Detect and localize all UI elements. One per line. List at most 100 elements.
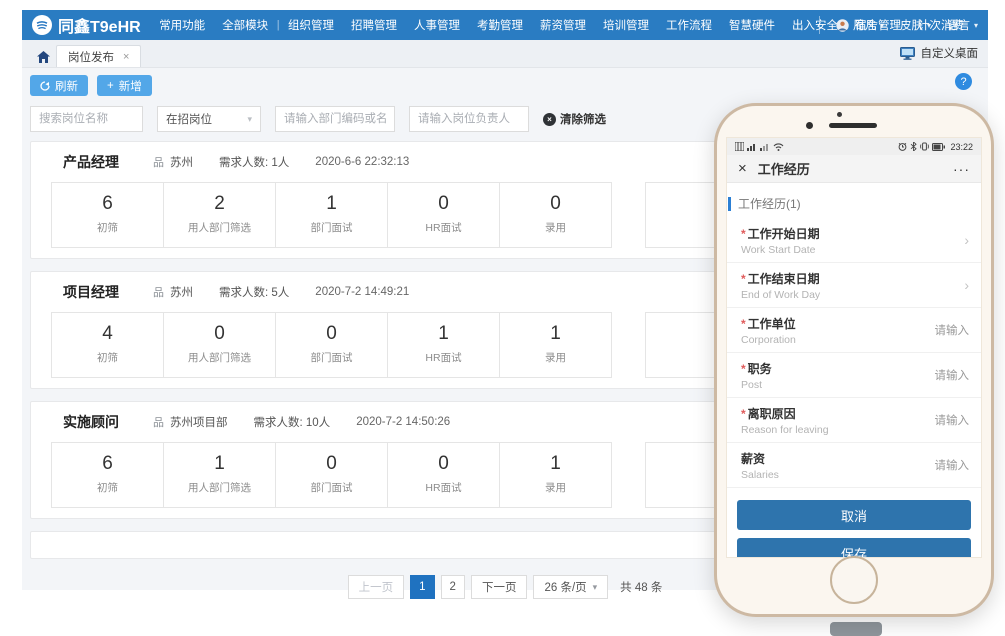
stat-label: 用人部门筛选 [164,480,275,495]
navbar-menu-item[interactable]: 组织管理 [280,17,343,33]
job-owner-input[interactable] [409,106,529,132]
stat-box[interactable]: 1HR面试 [387,312,500,378]
chevron-down-icon: ▾ [247,114,252,125]
phone-nav-bar: × 工作经历 ··· [727,155,981,183]
more-menu-icon[interactable]: ··· [953,161,970,177]
close-icon[interactable]: × [738,161,747,176]
required-star-icon: * [741,227,746,241]
navbar-menu: 常用功能全部模块|组织管理招聘管理人事管理考勤管理薪资管理培训管理工作流程智慧硬… [151,17,819,33]
job-title[interactable]: 产品经理 [63,152,119,172]
chevron-down-icon: ▾ [974,21,978,30]
skin-menu[interactable]: 皮肤 ▾ [900,17,931,33]
help-button[interactable]: ? [955,73,972,90]
phone-field-row[interactable]: 薪资Salaries请输入 [727,443,981,488]
phone-field-label: *工作结束日期 [741,270,820,287]
stat-box[interactable]: 1录用 [499,442,612,508]
stat-box[interactable]: 0HR面试 [387,182,500,248]
stat-box[interactable]: 4 初筛 [51,312,164,378]
phone-field-label: *职务 [741,360,772,377]
prev-page-button[interactable]: 上一页 [348,575,405,599]
phone-field-row[interactable]: *工作开始日期Work Start Date› [727,218,981,263]
phone-port-shadow [830,622,882,636]
navbar-menu-item[interactable]: 薪资管理 [532,17,595,33]
stat-box[interactable]: 0部门面试 [275,312,388,378]
stat-box[interactable]: 0录用 [499,182,612,248]
sim-grid-icon [735,142,744,151]
tab-job-publish[interactable]: 岗位发布 × [56,45,141,67]
phone-field-sublabel: Corporation [741,334,796,346]
stat-box[interactable]: 1录用 [499,312,612,378]
stat-label: HR面试 [388,350,499,365]
stat-value: 1 [500,324,611,344]
home-icon [37,51,50,63]
phone-field-row[interactable]: *职务Post请输入 [727,353,981,398]
swirl-logo-icon [35,18,49,32]
stat-value: 4 [52,324,163,344]
brand-logo-icon [32,15,52,35]
customize-desktop-link[interactable]: 自定义桌面 [900,45,979,61]
phone-field-label-text: 职务 [748,362,772,376]
home-button[interactable] [830,556,878,604]
skin-label: 皮肤 [900,17,923,33]
page-number-button[interactable]: 1 [410,575,434,599]
stat-box[interactable]: 0HR面试 [387,442,500,508]
navbar-menu-item[interactable]: 常用功能 [151,17,214,33]
clear-filters-label: 清除筛选 [560,111,606,127]
cancel-button[interactable]: 取消 [737,500,971,530]
add-label: 新增 [119,78,142,94]
customize-desktop-label: 自定义桌面 [921,45,979,61]
phone-field-placeholder: 请输入 [935,367,970,383]
add-button[interactable]: + 新增 [97,75,152,96]
job-title[interactable]: 项目经理 [63,282,119,302]
stat-box[interactable]: 2用人部门筛选 [163,182,276,248]
navbar-menu-item[interactable]: 培训管理 [595,17,658,33]
phone-field-row[interactable]: *离职原因Reason for leaving请输入 [727,398,981,443]
job-title[interactable]: 实施顾问 [63,412,119,432]
job-headcount: 需求人数: 10人 [254,414,331,430]
chevron-down-icon: ▾ [927,21,931,30]
navbar-menu-item[interactable]: 人事管理 [406,17,469,33]
top-navbar: 同鑫T9eHR 常用功能全部模块|组织管理招聘管理人事管理考勤管理薪资管理培训管… [22,10,988,40]
job-status-select[interactable]: 在招岗位 ▾ [157,106,261,132]
navbar-menu-item[interactable]: 智慧硬件 [721,17,784,33]
vibrate-icon [920,142,929,151]
user-menu[interactable]: 周凡 ▾ [836,17,884,33]
stat-label: 初筛 [52,350,163,365]
phone-field-sublabel: Reason for leaving [741,424,829,436]
stat-box[interactable]: 6初筛 [51,442,164,508]
required-star-icon: * [741,407,746,421]
department-input[interactable] [275,106,395,132]
phone-field-placeholder: 请输入 [935,322,970,338]
refresh-button[interactable]: 刷新 [30,75,88,96]
stat-value: 0 [276,454,387,474]
stat-label: 部门面试 [276,220,387,235]
stat-box[interactable]: 0部门面试 [275,442,388,508]
page-size-select[interactable]: 26 条/页 ▾ [533,575,608,599]
stat-box[interactable]: 6初筛 [51,182,164,248]
stat-box[interactable]: 0用人部门筛选 [163,312,276,378]
required-star-icon: * [741,272,746,286]
tab-close-icon[interactable]: × [123,51,129,63]
phone-field-label-group: *工作结束日期End of Work Day [741,270,820,301]
required-star-icon: * [741,362,746,376]
home-tab-button[interactable] [30,46,56,67]
job-name-search-input[interactable] [30,106,143,132]
page-number-button[interactable]: 2 [441,575,465,599]
clear-filters-button[interactable]: × 清除筛选 [543,111,606,127]
brand[interactable]: 同鑫T9eHR [32,13,141,37]
navbar-menu-item[interactable]: 考勤管理 [469,17,532,33]
stat-box[interactable]: 1部门面试 [275,182,388,248]
save-button[interactable]: 保存 [737,538,971,558]
stat-box[interactable]: 1用人部门筛选 [163,442,276,508]
navbar-menu-item[interactable]: 工作流程 [658,17,721,33]
stat-label: 用人部门筛选 [164,220,275,235]
phone-field-row[interactable]: *工作结束日期End of Work Day› [727,263,981,308]
phone-field-sublabel: Work Start Date [741,244,820,256]
next-page-button[interactable]: 下一页 [471,575,528,599]
navbar-menu-item[interactable]: 全部模块 [214,17,277,33]
phone-field-row[interactable]: *工作单位Corporation请输入 [727,308,981,353]
bluetooth-icon [910,142,917,151]
section-bar-icon [728,197,731,211]
navbar-menu-item[interactable]: 招聘管理 [343,17,406,33]
language-menu[interactable]: 语言 ▾ [947,17,978,33]
